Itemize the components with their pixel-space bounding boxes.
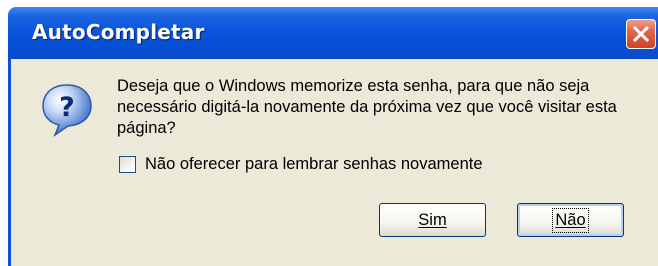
autocomplete-dialog: AutoCompletar ? Deseja que o Windows mem… — [0, 0, 658, 266]
dialog-body: ? Deseja que o Windows memorize esta sen… — [8, 59, 658, 266]
window-title: AutoCompletar — [32, 20, 205, 44]
question-icon: ? — [42, 84, 92, 138]
yes-button[interactable]: Sim — [379, 203, 486, 237]
no-button-label: Não — [552, 207, 589, 233]
dont-offer-checkbox[interactable] — [119, 155, 136, 173]
close-icon — [633, 26, 649, 42]
no-button[interactable]: Não — [517, 203, 624, 237]
dialog-message: Deseja que o Windows memorize esta senha… — [117, 77, 617, 137]
yes-button-label: Sim — [418, 210, 447, 229]
svg-text:?: ? — [59, 92, 75, 123]
close-button[interactable] — [626, 19, 656, 49]
title-bar[interactable]: AutoCompletar — [8, 7, 658, 59]
remember-checkbox-row[interactable]: Não oferecer para lembrar senhas novamen… — [119, 154, 483, 174]
checkbox-label[interactable]: Não oferecer para lembrar senhas novamen… — [145, 155, 483, 174]
